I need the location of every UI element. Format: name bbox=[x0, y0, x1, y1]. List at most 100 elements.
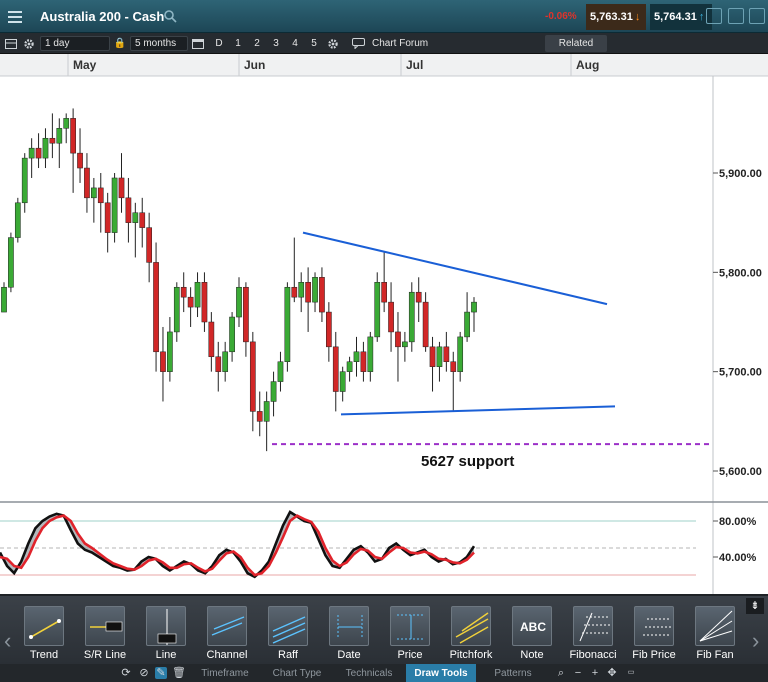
chart-toolbar: 1 day 🔒 5 months D 1 2 3 4 5 Chart Forum… bbox=[0, 33, 768, 54]
pencil-icon[interactable]: ✎ bbox=[155, 667, 167, 679]
draw-tool-date[interactable]: Date bbox=[327, 606, 371, 664]
chart-area[interactable]: May Jun Jul Aug 5,900.00 5,800.00 5,700.00 5,60… bbox=[0, 54, 768, 594]
support-trendline[interactable] bbox=[340, 405, 616, 416]
draw-tool-raff[interactable]: Raff bbox=[266, 606, 310, 664]
candle-body bbox=[236, 286, 242, 318]
draw-tool-trend[interactable]: Trend bbox=[22, 606, 66, 664]
period-1[interactable]: 1 bbox=[231, 36, 245, 51]
candle-body bbox=[415, 291, 422, 303]
candle-body bbox=[118, 177, 125, 199]
zoom-in-icon[interactable]: + bbox=[589, 667, 601, 679]
fib-fan-icon bbox=[695, 606, 735, 646]
refresh-icon[interactable]: ⟳ bbox=[120, 667, 132, 679]
candle-body bbox=[402, 341, 408, 348]
draw-tool-fib-price[interactable]: Fib Price bbox=[632, 606, 676, 664]
calendar-icon[interactable] bbox=[191, 36, 205, 51]
candle-body bbox=[111, 177, 118, 233]
candle-body bbox=[208, 321, 215, 358]
draw-tool-channel[interactable]: Channel bbox=[205, 606, 249, 664]
tab-chart-type[interactable]: Chart Type bbox=[262, 664, 332, 682]
fibonacci-icon bbox=[573, 606, 613, 646]
tab-technicals[interactable]: Technicals bbox=[334, 664, 404, 682]
candle-body bbox=[312, 277, 318, 303]
tab-draw-tools[interactable]: Draw Tools bbox=[406, 664, 476, 682]
price-icon bbox=[390, 606, 430, 646]
collapse-icon[interactable]: ⇟ bbox=[746, 598, 764, 614]
reset-zoom-icon[interactable]: ▭ bbox=[624, 667, 638, 679]
candle-body bbox=[270, 381, 277, 402]
tab-timeframe[interactable]: Timeframe bbox=[190, 664, 260, 682]
candle-body bbox=[284, 286, 291, 362]
draw-tool-fib-fan[interactable]: Fib Fan bbox=[693, 606, 737, 664]
pan-icon[interactable]: ✥ bbox=[606, 667, 618, 679]
scroll-left-icon[interactable]: ‹ bbox=[4, 628, 11, 654]
period-D[interactable]: D bbox=[212, 36, 226, 51]
price-tick-label: 5,800.00 bbox=[719, 267, 762, 279]
draw-tool-pitchfork[interactable]: Pitchfork bbox=[449, 606, 493, 664]
zoom-search-icon[interactable]: ⌕ bbox=[555, 667, 567, 679]
sell-price-button[interactable]: 5,763.31 ↓ bbox=[586, 4, 646, 30]
detach-icon[interactable] bbox=[706, 8, 722, 24]
tab-patterns[interactable]: Patterns bbox=[478, 664, 548, 682]
candle-body bbox=[201, 282, 208, 323]
menu-button[interactable] bbox=[0, 0, 30, 33]
zoom-out-icon[interactable]: − bbox=[572, 667, 584, 679]
resistance-trendline[interactable] bbox=[302, 231, 608, 306]
line-icon bbox=[146, 606, 186, 646]
sr-line-icon bbox=[85, 606, 125, 646]
candle-body bbox=[298, 282, 305, 298]
draw-tool-sr-line[interactable]: S/R Line bbox=[83, 606, 127, 664]
period-4[interactable]: 4 bbox=[288, 36, 302, 51]
candle-body bbox=[139, 212, 146, 228]
price-chart[interactable]: May Jun Jul Aug 5,900.00 5,800.00 5,700.00 5,60… bbox=[0, 54, 768, 594]
candle-body bbox=[97, 187, 104, 204]
settings-gear-icon[interactable] bbox=[22, 36, 36, 51]
chart-settings-gear-icon[interactable] bbox=[326, 36, 340, 51]
candle-body bbox=[305, 282, 311, 303]
candle-body bbox=[63, 118, 70, 129]
draw-tool-fibonacci[interactable]: Fibonacci bbox=[569, 606, 617, 664]
period-3[interactable]: 3 bbox=[269, 36, 283, 51]
chat-bubble-icon[interactable] bbox=[350, 36, 366, 51]
pitchfork-icon bbox=[451, 606, 491, 646]
candle-body bbox=[132, 212, 139, 223]
chart-forum-link[interactable]: Chart Forum bbox=[372, 36, 436, 51]
maximize-icon[interactable] bbox=[728, 8, 744, 24]
lock-icon[interactable]: 🔒 bbox=[114, 36, 126, 51]
candle-body bbox=[360, 351, 367, 372]
range-select[interactable]: 5 months bbox=[130, 36, 188, 51]
layout-icon[interactable] bbox=[4, 36, 18, 51]
period-2[interactable]: 2 bbox=[250, 36, 264, 51]
candle-body bbox=[91, 187, 97, 199]
candle-body bbox=[28, 147, 35, 159]
candle-body bbox=[243, 286, 249, 343]
close-icon[interactable] bbox=[749, 8, 765, 24]
hide-icon[interactable]: ⊘ bbox=[138, 667, 150, 679]
draw-tool-price[interactable]: Price bbox=[388, 606, 432, 664]
month-label: Jul bbox=[406, 58, 423, 72]
buy-price-button[interactable]: 5,764.31 ↑ bbox=[650, 4, 712, 30]
titlebar: Australia 200 - Cash -0.06% 5,763.31 ↓ 5… bbox=[0, 0, 768, 33]
candle-body bbox=[1, 286, 7, 313]
candle-body bbox=[167, 331, 173, 372]
change-percent: -0.06% bbox=[545, 11, 577, 22]
trash-icon[interactable]: 🗑 bbox=[172, 667, 186, 679]
candle-body bbox=[49, 137, 56, 144]
draw-tool-line[interactable]: Line bbox=[144, 606, 188, 664]
up-arrow-icon: ↑ bbox=[698, 11, 705, 23]
scroll-right-icon[interactable]: › bbox=[752, 628, 759, 654]
related-button[interactable]: Related bbox=[545, 35, 607, 52]
note-icon: ABC bbox=[512, 606, 552, 646]
candle-body bbox=[450, 361, 457, 372]
candle-body bbox=[104, 202, 111, 233]
candle-body bbox=[187, 296, 194, 308]
candle-body bbox=[77, 152, 83, 169]
period-5[interactable]: 5 bbox=[307, 36, 321, 51]
search-icon[interactable] bbox=[163, 9, 177, 23]
candle-body bbox=[326, 311, 332, 348]
interval-select[interactable]: 1 day bbox=[40, 36, 110, 51]
candle-body bbox=[35, 147, 42, 159]
candle-body bbox=[429, 346, 436, 367]
candle-body bbox=[395, 331, 401, 348]
draw-tool-note[interactable]: ABC Note bbox=[510, 606, 554, 664]
